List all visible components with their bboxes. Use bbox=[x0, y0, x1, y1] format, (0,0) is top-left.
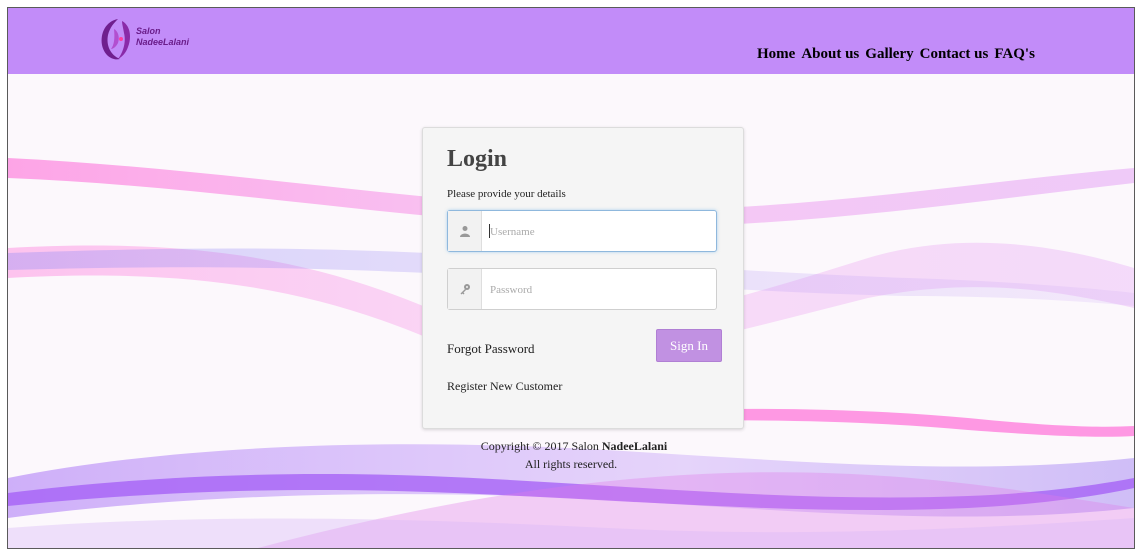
key-icon bbox=[448, 269, 482, 309]
browser-viewport: Salon NadeeLalani Home About us Gallery … bbox=[7, 7, 1135, 549]
salon-logo[interactable]: Salon NadeeLalani bbox=[96, 12, 206, 70]
logo-line-1: Salon bbox=[136, 26, 161, 36]
footer-brand: NadeeLalani bbox=[601, 439, 668, 453]
nav-contact-us[interactable]: Contact us bbox=[920, 46, 989, 63]
salon-logo-text: Salon NadeeLalani bbox=[136, 26, 189, 48]
top-navbar: Salon NadeeLalani Home About us Gallery … bbox=[8, 8, 1134, 74]
password-field[interactable] bbox=[447, 268, 717, 310]
nav-about-us[interactable]: About us bbox=[801, 46, 859, 63]
nav-faqs[interactable]: FAQ's bbox=[994, 46, 1035, 63]
password-input[interactable] bbox=[490, 282, 705, 298]
logo-line-2: NadeeLalani bbox=[136, 37, 190, 47]
forgot-password-link[interactable]: Forgot Password bbox=[447, 341, 535, 357]
login-panel: Login Please provide your details Userna… bbox=[422, 127, 744, 429]
user-icon bbox=[448, 211, 482, 251]
salon-logo-icon bbox=[101, 19, 130, 60]
page-footer: Copyright © 2017 Salon NadeeLalani All r… bbox=[8, 437, 1134, 473]
login-subtitle: Please provide your details bbox=[447, 188, 566, 200]
copyright-text: Copyright © 2017 Salon bbox=[480, 439, 599, 453]
sign-in-button[interactable]: Sign In bbox=[656, 329, 722, 362]
nav-home[interactable]: Home bbox=[757, 46, 795, 63]
username-input[interactable] bbox=[490, 224, 705, 240]
rights-text: All rights reserved. bbox=[524, 457, 618, 471]
copyright-line: Copyright © 2017 Salon NadeeLalani bbox=[14, 437, 1134, 455]
register-new-customer-link[interactable]: Register New Customer bbox=[447, 379, 562, 394]
main-nav: Home About us Gallery Contact us FAQ's bbox=[757, 46, 1035, 63]
login-title: Login bbox=[447, 146, 508, 172]
username-field[interactable] bbox=[447, 210, 717, 252]
nav-gallery[interactable]: Gallery bbox=[865, 46, 913, 63]
